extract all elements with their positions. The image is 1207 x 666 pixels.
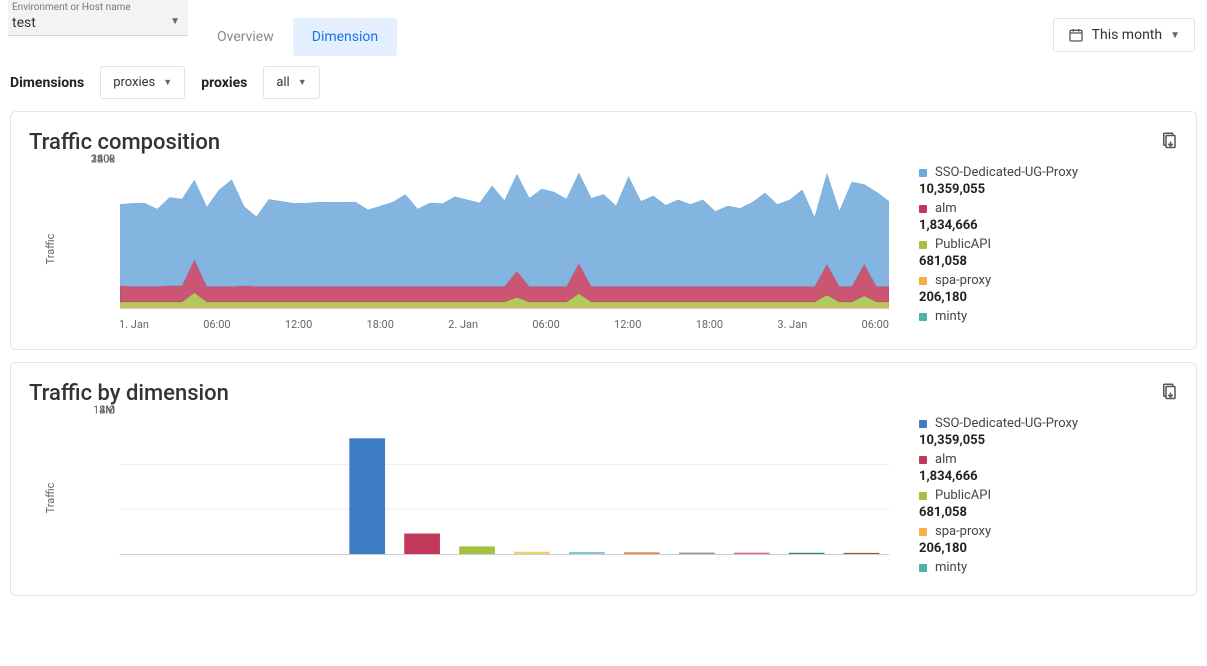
legend-item[interactable]: SSO-Dedicated-UG-Proxy bbox=[919, 165, 1178, 180]
export-icon bbox=[1160, 130, 1178, 150]
legend-item[interactable]: PublicAPI bbox=[919, 488, 1178, 503]
legend-traffic-by-dimension: SSO-Dedicated-UG-Proxy 10,359,055 alm 1,834… bbox=[919, 410, 1178, 585]
date-range-label: This month bbox=[1092, 27, 1162, 43]
legend-item-value: 206,180 bbox=[919, 290, 1178, 305]
tab-overview[interactable]: Overview bbox=[198, 18, 293, 56]
tab-dimension[interactable]: Dimension bbox=[293, 18, 397, 56]
chevron-down-icon: ▼ bbox=[1170, 30, 1180, 41]
x-tick: 06:00 bbox=[532, 318, 559, 331]
chart-traffic-composition[interactable]: Traffic 360k 240k 120k 0 1. Jan06:0012:0… bbox=[29, 159, 899, 339]
y-axis-label: Traffic bbox=[44, 234, 57, 265]
dimensions-label: Dimensions bbox=[10, 75, 84, 91]
y-axis-label: Traffic bbox=[44, 482, 57, 513]
legend-item-value: 206,180 bbox=[919, 541, 1178, 556]
legend-item[interactable]: alm bbox=[919, 201, 1178, 216]
legend-item-name: PublicAPI bbox=[935, 237, 991, 252]
legend-item[interactable]: SSO-Dedicated-UG-Proxy bbox=[919, 416, 1178, 431]
proxies-label: proxies bbox=[201, 75, 247, 91]
legend-item-value: 681,058 bbox=[919, 505, 1178, 520]
panel-traffic-composition: Traffic composition Traffic 360k 240k 12… bbox=[10, 111, 1197, 350]
legend-item[interactable]: spa-proxy bbox=[919, 273, 1178, 288]
dimensions-select-value: proxies bbox=[113, 75, 155, 90]
chevron-down-icon: ▼ bbox=[163, 77, 172, 88]
legend-item-name: spa-proxy bbox=[935, 273, 991, 288]
legend-item-name: minty bbox=[935, 560, 967, 575]
legend-item-name: SSO-Dedicated-UG-Proxy bbox=[935, 416, 1078, 431]
env-selector-label: Environment or Host name bbox=[12, 2, 184, 13]
legend-item-name: minty bbox=[935, 309, 967, 324]
legend-item-name: SSO-Dedicated-UG-Proxy bbox=[935, 165, 1078, 180]
x-tick: 18:00 bbox=[696, 318, 723, 331]
x-tick: 06:00 bbox=[862, 318, 889, 331]
x-tick: 12:00 bbox=[614, 318, 641, 331]
x-tick: 1. Jan bbox=[119, 318, 149, 331]
legend-traffic-composition: SSO-Dedicated-UG-Proxy 10,359,055 alm 1,834… bbox=[919, 159, 1178, 339]
env-selector[interactable]: Environment or Host name test ▼ bbox=[8, 0, 188, 36]
export-button[interactable] bbox=[1160, 381, 1178, 401]
y-tick: 0 bbox=[79, 153, 115, 166]
x-tick: 12:00 bbox=[285, 318, 312, 331]
legend-item-name: alm bbox=[935, 201, 957, 216]
panel-traffic-by-dimension: Traffic by dimension Traffic 12M 8M 4M 0… bbox=[10, 362, 1197, 596]
x-tick: 2. Jan bbox=[448, 318, 478, 331]
x-tick: 3. Jan bbox=[777, 318, 807, 331]
date-range-button[interactable]: This month ▼ bbox=[1053, 18, 1195, 52]
export-icon bbox=[1160, 381, 1178, 401]
legend-item-name: alm bbox=[935, 452, 957, 467]
panel-title: Traffic by dimension bbox=[29, 381, 1178, 406]
legend-item[interactable]: alm bbox=[919, 452, 1178, 467]
legend-item[interactable]: spa-proxy bbox=[919, 524, 1178, 539]
chevron-down-icon: ▼ bbox=[298, 77, 307, 88]
panel-title: Traffic composition bbox=[29, 130, 1178, 155]
env-selector-value: test bbox=[12, 13, 184, 31]
x-tick: 06:00 bbox=[203, 318, 230, 331]
legend-item-value: 10,359,055 bbox=[919, 433, 1178, 448]
calendar-icon bbox=[1068, 27, 1084, 43]
chart-traffic-by-dimension[interactable]: Traffic 12M 8M 4M 0 bbox=[29, 410, 899, 585]
legend-item-value: 1,834,666 bbox=[919, 469, 1178, 484]
y-tick: 0 bbox=[79, 404, 115, 417]
view-tabs: Overview Dimension bbox=[198, 18, 397, 56]
legend-item[interactable]: minty bbox=[919, 309, 1178, 324]
legend-item-name: spa-proxy bbox=[935, 524, 991, 539]
x-tick: 18:00 bbox=[367, 318, 394, 331]
legend-item-value: 681,058 bbox=[919, 254, 1178, 269]
dimensions-select[interactable]: proxies ▼ bbox=[100, 66, 185, 99]
legend-item-value: 1,834,666 bbox=[919, 218, 1178, 233]
legend-item[interactable]: PublicAPI bbox=[919, 237, 1178, 252]
legend-item-value: 10,359,055 bbox=[919, 182, 1178, 197]
proxies-select-value: all bbox=[276, 75, 289, 90]
proxies-select[interactable]: all ▼ bbox=[263, 66, 319, 99]
legend-item-name: PublicAPI bbox=[935, 488, 991, 503]
legend-item[interactable]: minty bbox=[919, 560, 1178, 575]
chevron-down-icon: ▼ bbox=[170, 16, 180, 27]
export-button[interactable] bbox=[1160, 130, 1178, 150]
